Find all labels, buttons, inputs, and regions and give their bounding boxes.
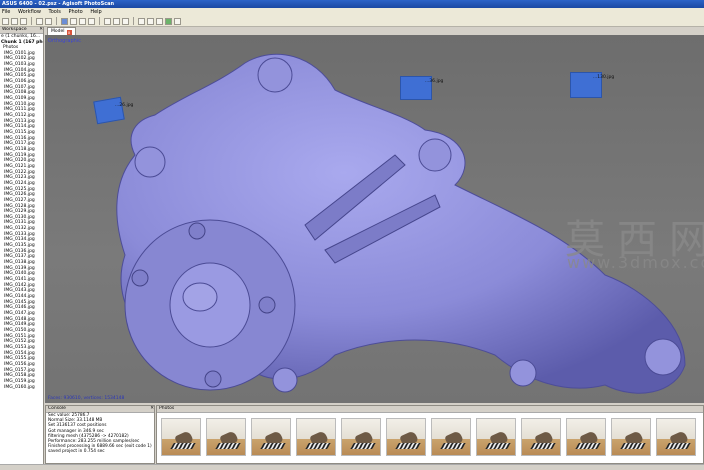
photo-thumbnail[interactable] xyxy=(206,418,246,456)
photo-thumbnail[interactable] xyxy=(296,418,336,456)
photos-title: Photos xyxy=(159,406,175,411)
thumbnail-strip xyxy=(161,418,696,456)
mount-boss xyxy=(644,338,682,376)
show-cameras-icon[interactable] xyxy=(174,17,181,25)
status-bar xyxy=(0,464,704,470)
reset-view-icon[interactable] xyxy=(122,17,129,25)
menu-bar: File Workflow Tools Photo Help xyxy=(0,8,704,16)
photo-thumbnail[interactable] xyxy=(611,418,651,456)
thumbnail-target xyxy=(530,443,556,449)
new-icon[interactable] xyxy=(2,17,9,25)
photo-thumbnail[interactable] xyxy=(476,418,516,456)
zoom-in-icon[interactable] xyxy=(104,17,111,25)
thumbnail-target xyxy=(350,443,376,449)
point-cloud-icon[interactable] xyxy=(138,17,145,25)
mount-boss xyxy=(509,359,537,387)
close-icon[interactable]: ✕ xyxy=(39,27,43,33)
window-title: ASUS 6400 - 02.psz - Agisoft PhotoScan xyxy=(2,1,115,7)
navigation-icon[interactable] xyxy=(61,17,68,25)
shaded-icon[interactable] xyxy=(147,17,154,25)
photos-header: Photos xyxy=(157,406,703,413)
thumbnail-target xyxy=(665,443,691,449)
console-header: Console ✕ xyxy=(46,406,154,413)
model-viewport[interactable]: Orthographic ...26.jpg ...36.jpg ...130.… xyxy=(45,35,704,403)
toolbar-separator xyxy=(99,17,100,25)
thumbnail-target xyxy=(440,443,466,449)
mesh-stats: Faces: 930610, vertices: 1534148 xyxy=(48,396,125,401)
free-select-icon[interactable] xyxy=(88,17,95,25)
thumbnail-target xyxy=(215,443,241,449)
circle-select-icon[interactable] xyxy=(79,17,86,25)
rect-select-icon[interactable] xyxy=(70,17,77,25)
menu-workflow[interactable]: Workflow xyxy=(18,9,41,15)
thumbnail-target xyxy=(260,443,286,449)
console-pane: Console ✕ Sec value: 25786.7 Normal Size: … xyxy=(45,405,155,464)
photo-thumbnail[interactable] xyxy=(251,418,291,456)
photo-thumbnail[interactable] xyxy=(341,418,381,456)
menu-photo[interactable]: Photo xyxy=(68,9,82,15)
bolt xyxy=(258,296,276,314)
mount-boss xyxy=(257,57,293,93)
save-icon[interactable] xyxy=(20,17,27,25)
console-line: saved project in 0.754 sec xyxy=(48,449,105,455)
toolbar xyxy=(0,16,704,27)
thumbnail-target xyxy=(305,443,331,449)
photo-thumbnail[interactable] xyxy=(161,418,201,456)
undo-icon[interactable] xyxy=(36,17,43,25)
photo-thumbnail[interactable] xyxy=(431,418,471,456)
close-icon[interactable]: ✕ xyxy=(150,406,154,412)
thumbnail-target xyxy=(170,443,196,449)
solid-icon[interactable] xyxy=(156,17,163,25)
close-tab-icon[interactable]: x xyxy=(66,29,72,35)
shaft-cap xyxy=(182,282,218,312)
photos-pane: Photos xyxy=(156,405,704,464)
window-title-bar: ASUS 6400 - 02.psz - Agisoft PhotoScan xyxy=(0,0,704,8)
textured-icon[interactable] xyxy=(165,17,172,25)
mount-boss xyxy=(418,138,452,172)
photo-thumbnail[interactable] xyxy=(566,418,606,456)
workspace-header: Workspace ✕ xyxy=(0,27,43,34)
watermark-url: www.3dmox.com xyxy=(567,253,704,272)
bolt xyxy=(188,222,206,240)
open-icon[interactable] xyxy=(11,17,18,25)
mount-boss xyxy=(134,146,166,178)
workspace-root[interactable]: e (1 chunks, 16... xyxy=(0,34,43,40)
console-log: Sec value: 25786.7 Normal Size: 33.1148 M… xyxy=(46,413,154,455)
toolbar-separator xyxy=(133,17,134,25)
redo-icon[interactable] xyxy=(45,17,52,25)
bolt xyxy=(204,370,222,388)
photo-thumbnail[interactable] xyxy=(386,418,426,456)
workspace-pane: Workspace ✕ e (1 chunks, 16... Chunk 1 (1… xyxy=(0,27,44,464)
thumbnail-target xyxy=(620,443,646,449)
menu-file[interactable]: File xyxy=(2,9,10,15)
toolbar-separator xyxy=(31,17,32,25)
thumbnail-target xyxy=(575,443,601,449)
bolt xyxy=(131,269,149,287)
console-title: Console xyxy=(48,406,66,411)
thumbnail-target xyxy=(485,443,511,449)
thumbnail-target xyxy=(395,443,421,449)
toolbar-separator xyxy=(56,17,57,25)
photo-list: IMG_0101.jpg IMG_0102.jpg IMG_0103.jpg IMG_… xyxy=(0,51,43,390)
workspace-title: Workspace xyxy=(2,27,27,32)
model-view-pane: Model x Orthographic ...26.jpg ...36.jpg … xyxy=(45,27,704,403)
photo-thumbnail[interactable] xyxy=(521,418,561,456)
menu-help[interactable]: Help xyxy=(90,9,101,15)
zoom-out-icon[interactable] xyxy=(113,17,120,25)
photo-list-item[interactable]: IMG_0160.jpg xyxy=(0,385,43,391)
photo-thumbnail[interactable] xyxy=(656,418,696,456)
menu-tools[interactable]: Tools xyxy=(49,9,61,15)
mount-boss xyxy=(272,367,298,393)
